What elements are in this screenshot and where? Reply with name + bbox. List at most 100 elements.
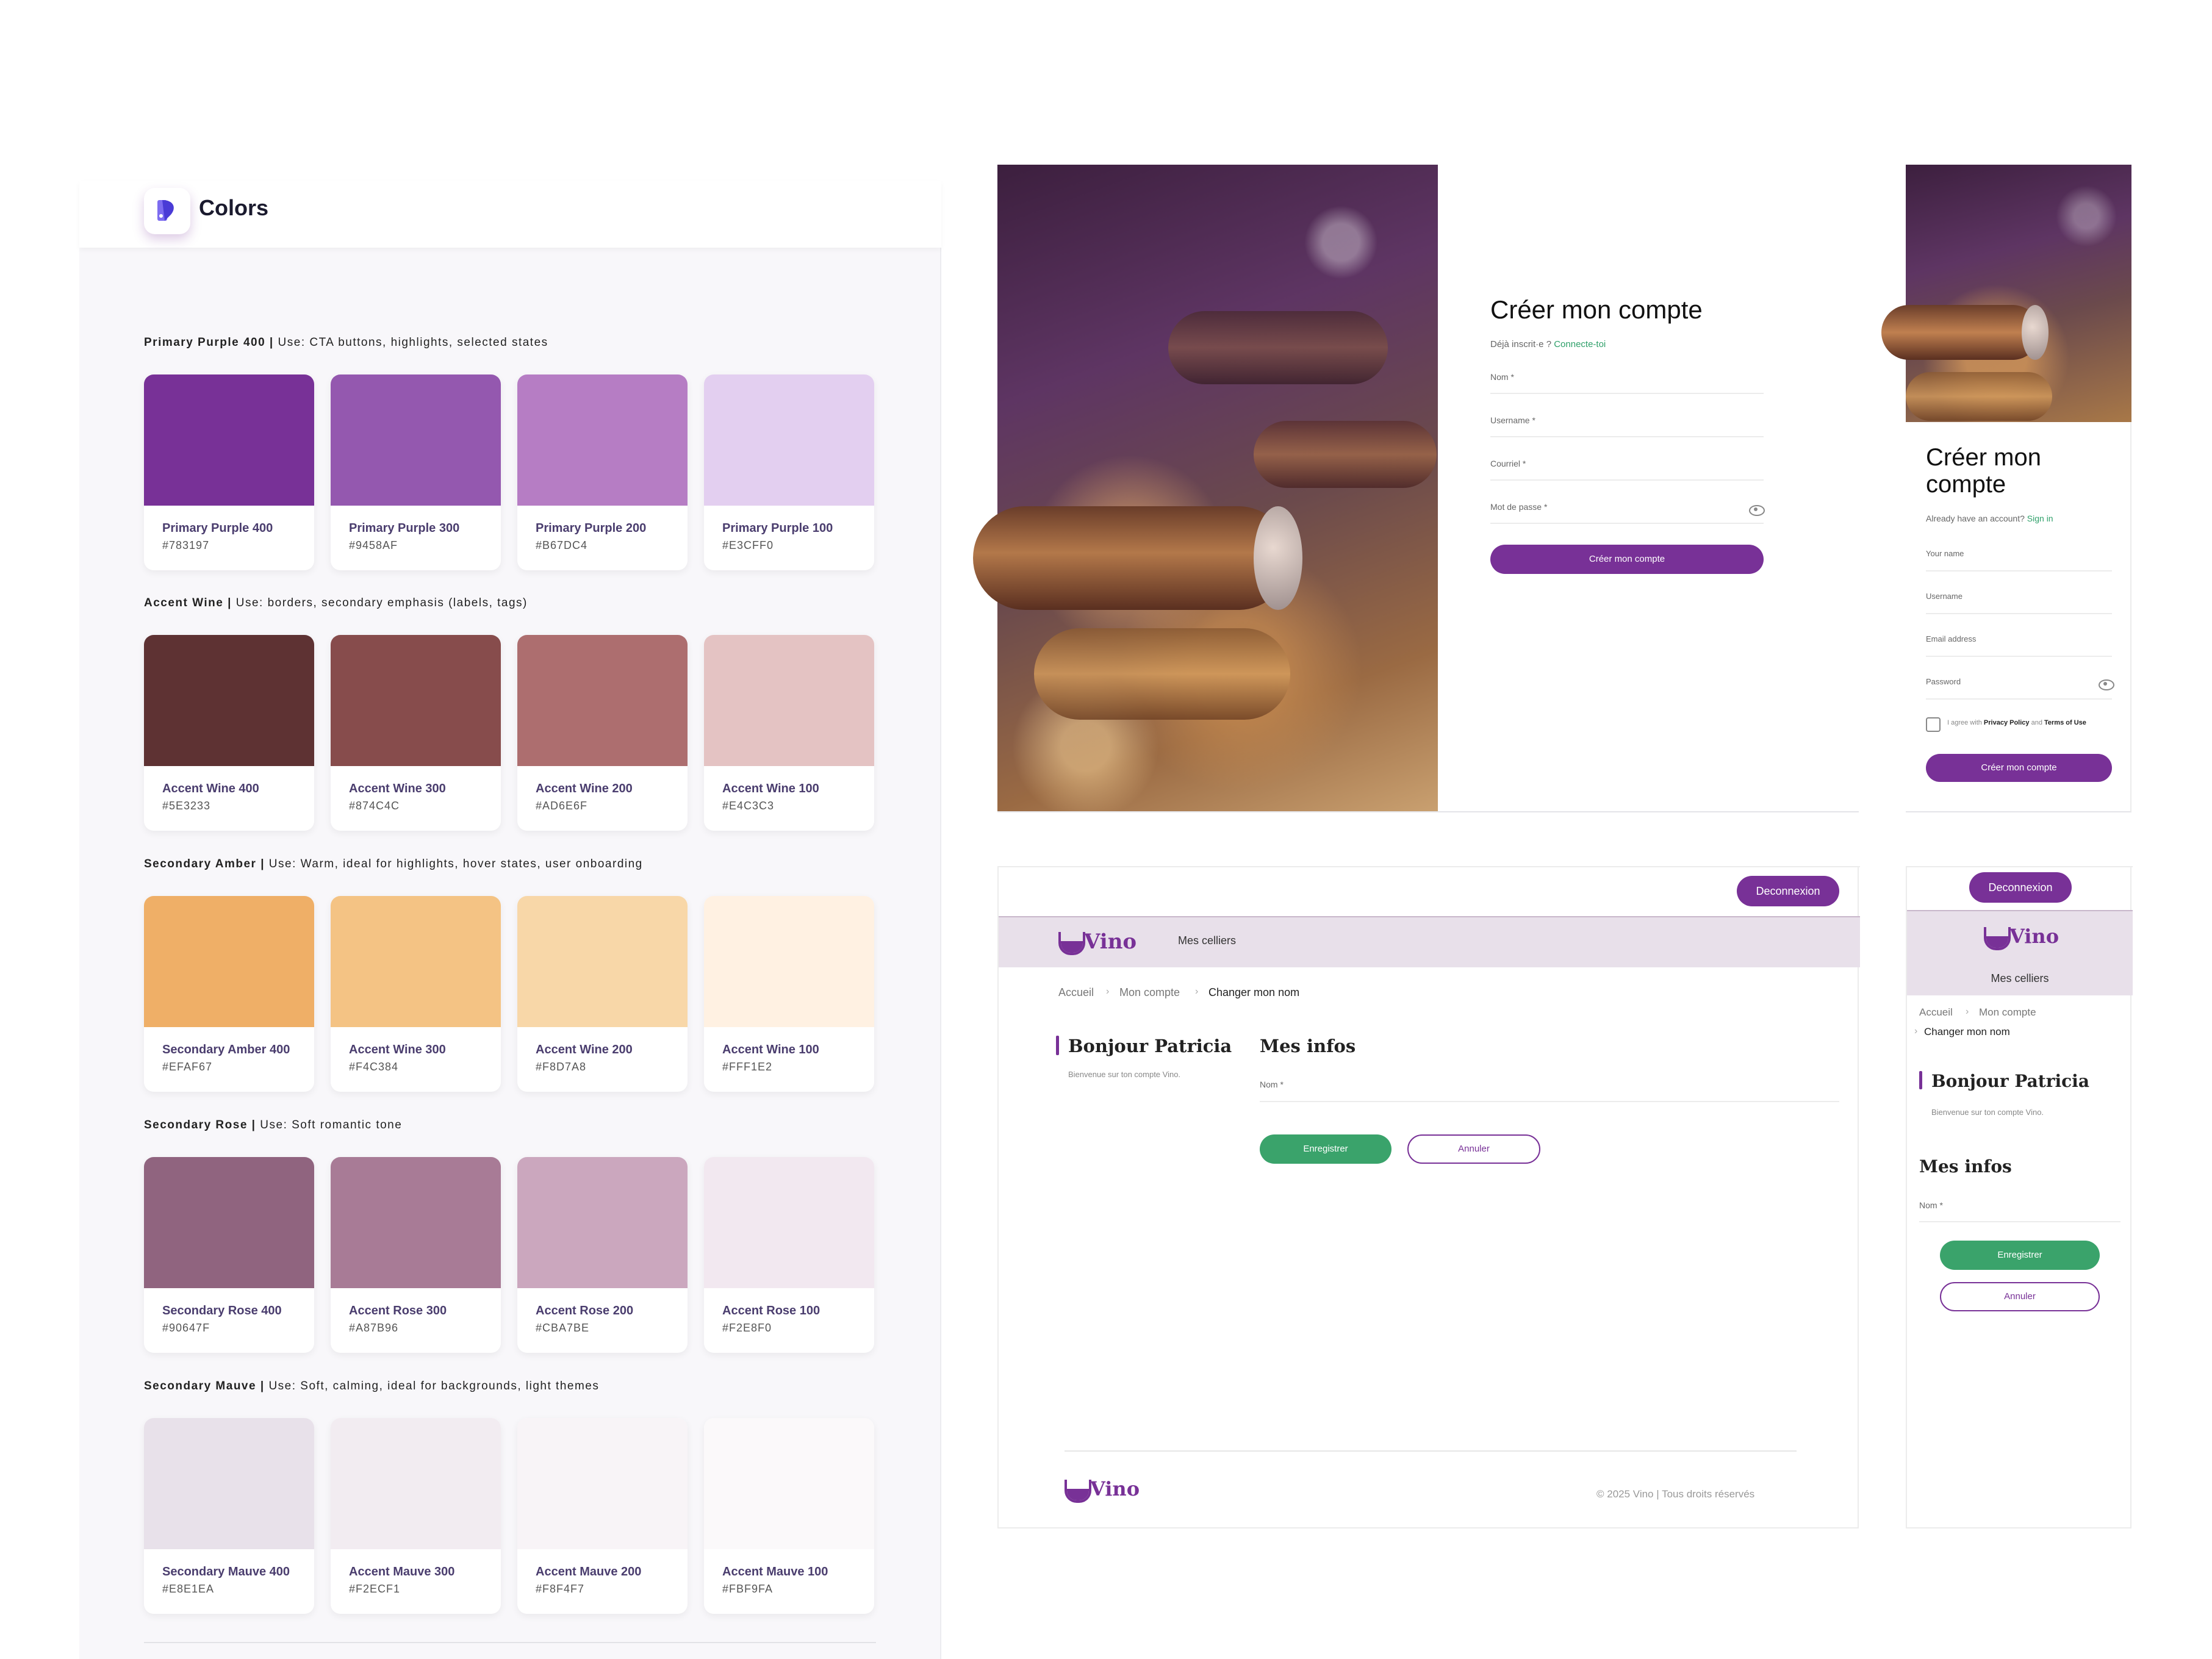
username-input[interactable] <box>1926 613 2112 614</box>
swatch-name: Accent Mauve 300 <box>349 1565 455 1578</box>
section-title-secondary-rose: Secondary Rose | Use: Soft romantic tone <box>144 1119 403 1131</box>
sign-in-link[interactable]: Sign in <box>2027 514 2053 523</box>
bottle-shape <box>973 506 1290 610</box>
bottle-shape <box>1034 628 1290 720</box>
cancel-button[interactable]: Annuler <box>1407 1134 1540 1164</box>
swatch-primary-purple-400[interactable]: Primary Purple 400 #783197 <box>144 374 314 570</box>
swatch-hex: #90647F <box>162 1322 210 1334</box>
swatch-accent-mauve-200[interactable]: Accent Mauve 200 #F8F4F7 <box>517 1418 688 1614</box>
signup-title: Créer mon compte <box>1490 295 1703 324</box>
password-input[interactable] <box>1926 698 2112 700</box>
vino-logo-icon[interactable] <box>1058 932 1085 955</box>
swatch-name: Primary Purple 100 <box>722 521 833 535</box>
agree-checkbox[interactable] <box>1926 717 1941 732</box>
swatch-name: Accent Wine 400 <box>162 782 259 795</box>
logout-button[interactable]: Deconnexion <box>1737 876 1839 906</box>
swatch-name: Primary Purple 300 <box>349 521 460 535</box>
palette-title: Colors <box>199 195 269 220</box>
nav-mes-celliers[interactable]: Mes celliers <box>1907 972 2133 985</box>
vino-logo-icon[interactable] <box>1984 927 2011 950</box>
field-label-your-name: Your name <box>1926 549 1964 558</box>
swatch-name: Primary Purple 200 <box>536 521 647 535</box>
accent-bar <box>1056 1036 1059 1055</box>
nom-input[interactable] <box>1490 393 1764 394</box>
swatch-accent-rose-100[interactable]: Accent Rose 100 #F2E8F0 <box>704 1157 874 1353</box>
greeting: Bonjour Patricia <box>1931 1071 2089 1091</box>
signup-desktop-screen: Créer mon compte Déjà inscrit·e ? Connec… <box>973 165 1859 812</box>
field-label-nom: Nom * <box>1260 1080 1284 1089</box>
swatch-accent-wine-100[interactable]: Accent Wine 100 #E4C3C3 <box>704 635 874 831</box>
swatch-hex: #874C4C <box>349 800 400 812</box>
top-bar: Deconnexion <box>999 866 1860 916</box>
section-title-secondary-mauve: Secondary Mauve | Use: Soft, calming, id… <box>144 1380 600 1392</box>
breadcrumb-accueil[interactable]: Accueil <box>1919 1006 1953 1019</box>
swatch-name: Accent Mauve 100 <box>722 1565 828 1578</box>
swatch-secondary-amber-400[interactable]: Secondary Amber 400 #EFAF67 <box>144 896 314 1092</box>
logout-button[interactable]: Deconnexion <box>1969 872 2072 903</box>
swatch-name: Accent Wine 100 <box>722 1043 819 1056</box>
email-input[interactable] <box>1926 656 2112 657</box>
terms-of-use-link[interactable]: Terms of Use <box>2044 719 2086 726</box>
password-input[interactable] <box>1490 523 1764 524</box>
swatch-amber-100[interactable]: Accent Wine 100 #FFF1E2 <box>704 896 874 1092</box>
swatch-hex: #A87B96 <box>349 1322 399 1334</box>
show-password-icon[interactable] <box>1749 505 1765 516</box>
save-button[interactable]: Enregistrer <box>1940 1241 2100 1270</box>
create-account-button[interactable]: Créer mon compte <box>1926 754 2112 782</box>
swatch-name: Accent Wine 200 <box>536 1043 633 1056</box>
swatch-hex: #F4C384 <box>349 1061 399 1073</box>
swatch-hex: #AD6E6F <box>536 800 588 812</box>
show-password-icon[interactable] <box>2099 679 2114 690</box>
create-account-button[interactable]: Créer mon compte <box>1490 545 1764 574</box>
chevron-right-icon: › <box>1106 986 1110 997</box>
nav-mes-celliers[interactable]: Mes celliers <box>1178 934 1236 947</box>
swatch-accent-wine-300[interactable]: Accent Wine 300 #874C4C <box>331 635 501 831</box>
privacy-policy-link[interactable]: Privacy Policy <box>1984 719 2030 726</box>
swatch-amber-300[interactable]: Accent Wine 300 #F4C384 <box>331 896 501 1092</box>
name-input[interactable] <box>1926 570 2112 572</box>
nom-input[interactable] <box>1919 1221 2120 1222</box>
welcome-text: Bienvenue sur ton compte Vino. <box>1931 1108 2044 1117</box>
signup-title: Créer mon compte <box>1926 444 2041 498</box>
field-label-email: Email address <box>1926 634 1977 643</box>
bottle-cap-shape <box>2022 305 2049 360</box>
username-input[interactable] <box>1490 436 1764 437</box>
swatch-name: Accent Wine 300 <box>349 782 446 795</box>
swatch-name: Primary Purple 400 <box>162 521 273 535</box>
cancel-button[interactable]: Annuler <box>1940 1282 2100 1311</box>
email-input[interactable] <box>1490 479 1764 481</box>
swatch-name: Accent Rose 300 <box>349 1304 447 1317</box>
bottle-cap-shape <box>1254 506 1302 610</box>
palette-logo-icon <box>144 188 190 234</box>
swatch-primary-purple-100[interactable]: Primary Purple 100 #E3CFF0 <box>704 374 874 570</box>
login-link[interactable]: Connecte-toi <box>1554 339 1606 349</box>
swatch-hex: #E4C3C3 <box>722 800 775 812</box>
swatch-amber-200[interactable]: Accent Wine 200 #F8D7A8 <box>517 896 688 1092</box>
divider <box>144 1642 876 1643</box>
login-prompt: Already have an account? Sign in <box>1926 514 2053 523</box>
swatch-accent-mauve-300[interactable]: Accent Mauve 300 #F2ECF1 <box>331 1418 501 1614</box>
swatch-primary-purple-200[interactable]: Primary Purple 200 #B67DC4 <box>517 374 688 570</box>
save-button[interactable]: Enregistrer <box>1260 1134 1391 1164</box>
breadcrumb-accueil[interactable]: Accueil <box>1058 986 1094 999</box>
swatch-accent-wine-200[interactable]: Accent Wine 200 #AD6E6F <box>517 635 688 831</box>
main-nav: Vino Mes celliers <box>1907 910 2133 995</box>
swatch-hex: #FFF1E2 <box>722 1061 773 1073</box>
swatch-secondary-mauve-400[interactable]: Secondary Mauve 400 #E8E1EA <box>144 1418 314 1614</box>
swatch-primary-purple-300[interactable]: Primary Purple 300 #9458AF <box>331 374 501 570</box>
swatch-hex: #E3CFF0 <box>722 539 774 551</box>
breadcrumb-mon-compte[interactable]: Mon compte <box>1119 986 1180 999</box>
signup-mobile-screen: Créer mon compte Already have an account… <box>1881 165 2131 812</box>
breadcrumb-mon-compte[interactable]: Mon compte <box>1979 1006 2036 1019</box>
swatch-accent-rose-300[interactable]: Accent Rose 300 #A87B96 <box>331 1157 501 1353</box>
swatch-secondary-rose-400[interactable]: Secondary Rose 400 #90647F <box>144 1157 314 1353</box>
swatch-accent-wine-400[interactable]: Accent Wine 400 #5E3233 <box>144 635 314 831</box>
swatch-accent-mauve-100[interactable]: Accent Mauve 100 #FBF9FA <box>704 1418 874 1614</box>
brand-name[interactable]: Vino <box>2009 925 2059 948</box>
nom-input[interactable] <box>1260 1101 1839 1102</box>
swatch-accent-rose-200[interactable]: Accent Rose 200 #CBA7BE <box>517 1157 688 1353</box>
breadcrumb-current: Changer mon nom <box>1924 1026 2010 1037</box>
swatch-hex: #F8F4F7 <box>536 1583 585 1595</box>
chevron-right-icon: › <box>1914 1026 1918 1036</box>
brand-name[interactable]: Vino <box>1084 930 1137 954</box>
